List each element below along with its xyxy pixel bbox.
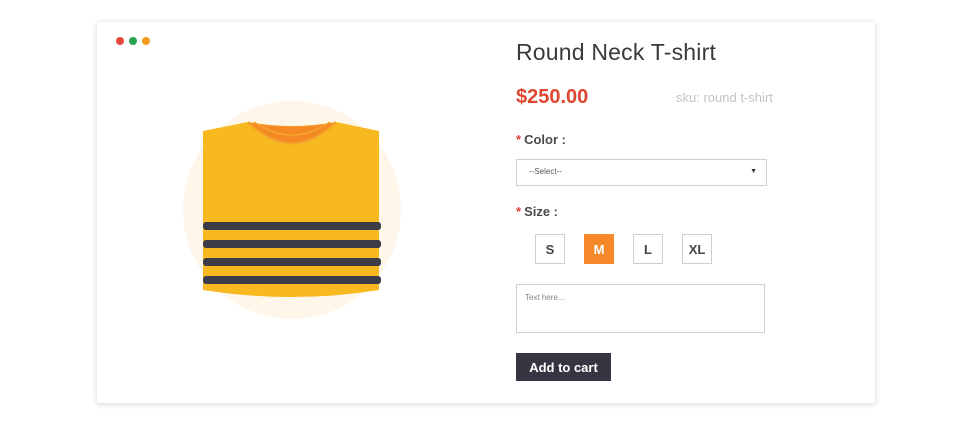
notes-textarea[interactable]: Text here... [516,284,765,333]
size-label: * Size : [516,204,558,219]
size-option-l[interactable]: L [633,234,663,264]
product-title: Round Neck T-shirt [516,39,717,65]
minimize-dot-icon[interactable] [129,37,137,45]
size-options: S M L XL [535,234,712,264]
maximize-dot-icon[interactable] [142,37,150,45]
size-option-s[interactable]: S [535,234,565,264]
t-shirt-image [183,101,401,319]
add-to-cart-button[interactable]: Add to cart [516,353,611,381]
size-option-xl[interactable]: XL [682,234,712,264]
size-option-m[interactable]: M [584,234,614,264]
color-label-text: Color : [524,132,566,147]
color-select-value: --Select-- [529,167,562,176]
notes-placeholder: Text here... [525,293,565,302]
size-label-text: Size : [524,204,559,219]
window-controls [116,37,150,45]
required-mark: * [516,204,522,219]
product-card: Round Neck T-shirt $250.00 sku: round t-… [97,22,875,403]
color-select[interactable]: --Select-- ▼ [516,159,767,186]
product-sku: sku: round t-shirt [676,90,773,105]
color-label: * Color : [516,132,566,147]
product-details: Round Neck T-shirt $250.00 sku: round t-… [516,22,856,403]
required-mark: * [516,132,522,147]
caret-down-icon: ▼ [750,168,757,175]
close-dot-icon[interactable] [116,37,124,45]
product-price: $250.00 [516,86,589,108]
